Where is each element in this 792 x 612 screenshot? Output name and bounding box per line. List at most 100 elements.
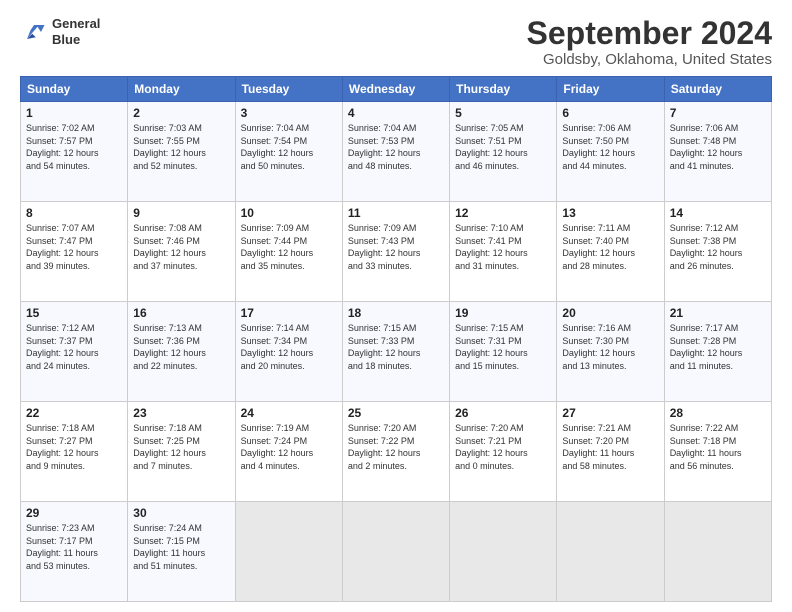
cell-text: Sunrise: 7:06 AMSunset: 7:48 PMDaylight:… — [670, 122, 766, 172]
cell-text: Sunrise: 7:04 AMSunset: 7:54 PMDaylight:… — [241, 122, 337, 172]
calendar-body: 1 Sunrise: 7:02 AMSunset: 7:57 PMDaylight… — [21, 102, 772, 602]
calendar-cell: 11Sunrise: 7:09 AMSunset: 7:43 PMDayligh… — [342, 202, 449, 302]
calendar-cell — [342, 502, 449, 602]
cell-text: Sunrise: 7:12 AMSunset: 7:38 PMDaylight:… — [670, 222, 766, 272]
subtitle: Goldsby, Oklahoma, United States — [527, 51, 772, 68]
calendar-cell: 9 Sunrise: 7:08 AMSunset: 7:46 PMDaylight… — [128, 202, 235, 302]
cell-text: Sunrise: 7:13 AMSunset: 7:36 PMDaylight:… — [133, 322, 229, 372]
col-header-saturday: Saturday — [664, 77, 771, 102]
calendar-cell: 29Sunrise: 7:23 AMSunset: 7:17 PMDayligh… — [21, 502, 128, 602]
day-number: 29 — [26, 506, 122, 520]
day-number: 5 — [455, 106, 551, 120]
logo-icon — [20, 18, 48, 46]
calendar-cell: 15 Sunrise: 7:12 AMSunset: 7:37 PMDayligh… — [21, 302, 128, 402]
col-header-friday: Friday — [557, 77, 664, 102]
cell-text: Sunrise: 7:06 AMSunset: 7:50 PMDaylight:… — [562, 122, 658, 172]
week-row-2: 8 Sunrise: 7:07 AMSunset: 7:47 PMDaylight… — [21, 202, 772, 302]
day-number: 3 — [241, 106, 337, 120]
calendar-cell: 22Sunrise: 7:18 AMSunset: 7:27 PMDayligh… — [21, 402, 128, 502]
day-number: 10 — [241, 206, 337, 220]
cell-text: Sunrise: 7:15 AMSunset: 7:33 PMDaylight:… — [348, 322, 444, 372]
cell-text: Sunrise: 7:12 AMSunset: 7:37 PMDaylight:… — [26, 322, 122, 372]
day-number: 9 — [133, 206, 229, 220]
cell-text: Sunrise: 7:07 AMSunset: 7:47 PMDaylight:… — [26, 222, 122, 272]
cell-text: Sunrise: 7:20 AMSunset: 7:21 PMDaylight:… — [455, 422, 551, 472]
calendar-cell: 6 Sunrise: 7:06 AMSunset: 7:50 PMDaylight… — [557, 102, 664, 202]
calendar-cell: 10Sunrise: 7:09 AMSunset: 7:44 PMDayligh… — [235, 202, 342, 302]
calendar-cell: 3 Sunrise: 7:04 AMSunset: 7:54 PMDaylight… — [235, 102, 342, 202]
calendar-cell: 27 Sunrise: 7:21 AMSunset: 7:20 PMDayligh… — [557, 402, 664, 502]
calendar-cell: 26 Sunrise: 7:20 AMSunset: 7:21 PMDayligh… — [450, 402, 557, 502]
day-number: 30 — [133, 506, 229, 520]
day-number: 26 — [455, 406, 551, 420]
cell-text: Sunrise: 7:22 AMSunset: 7:18 PMDaylight:… — [670, 422, 766, 472]
day-number: 28 — [670, 406, 766, 420]
logo: General Blue — [20, 16, 100, 47]
day-number: 27 — [562, 406, 658, 420]
day-number: 4 — [348, 106, 444, 120]
col-header-tuesday: Tuesday — [235, 77, 342, 102]
day-number: 18 — [348, 306, 444, 320]
day-number: 8 — [26, 206, 122, 220]
cell-text: Sunrise: 7:02 AMSunset: 7:57 PMDaylight:… — [26, 122, 122, 172]
calendar-cell: 4 Sunrise: 7:04 AMSunset: 7:53 PMDaylight… — [342, 102, 449, 202]
calendar-cell: 20Sunrise: 7:16 AMSunset: 7:30 PMDayligh… — [557, 302, 664, 402]
day-number: 6 — [562, 106, 658, 120]
calendar-cell: 28 Sunrise: 7:22 AMSunset: 7:18 PMDayligh… — [664, 402, 771, 502]
calendar-cell: 5Sunrise: 7:05 AMSunset: 7:51 PMDaylight… — [450, 102, 557, 202]
calendar-cell: 30 Sunrise: 7:24 AMSunset: 7:15 PMDayligh… — [128, 502, 235, 602]
day-number: 12 — [455, 206, 551, 220]
week-row-5: 29Sunrise: 7:23 AMSunset: 7:17 PMDayligh… — [21, 502, 772, 602]
day-number: 22 — [26, 406, 122, 420]
day-number: 16 — [133, 306, 229, 320]
calendar-cell: 16 Sunrise: 7:13 AMSunset: 7:36 PMDayligh… — [128, 302, 235, 402]
header: General Blue September 2024 Goldsby, Okl… — [20, 16, 772, 68]
calendar-cell: 8 Sunrise: 7:07 AMSunset: 7:47 PMDaylight… — [21, 202, 128, 302]
cell-text: Sunrise: 7:10 AMSunset: 7:41 PMDaylight:… — [455, 222, 551, 272]
day-number: 1 — [26, 106, 122, 120]
col-header-wednesday: Wednesday — [342, 77, 449, 102]
cell-text: Sunrise: 7:08 AMSunset: 7:46 PMDaylight:… — [133, 222, 229, 272]
cell-text: Sunrise: 7:03 AMSunset: 7:55 PMDaylight:… — [133, 122, 229, 172]
week-row-3: 15 Sunrise: 7:12 AMSunset: 7:37 PMDayligh… — [21, 302, 772, 402]
col-header-thursday: Thursday — [450, 77, 557, 102]
calendar-cell: 13 Sunrise: 7:11 AMSunset: 7:40 PMDayligh… — [557, 202, 664, 302]
cell-text: Sunrise: 7:15 AMSunset: 7:31 PMDaylight:… — [455, 322, 551, 372]
calendar-cell: 14Sunrise: 7:12 AMSunset: 7:38 PMDayligh… — [664, 202, 771, 302]
cell-text: Sunrise: 7:17 AMSunset: 7:28 PMDaylight:… — [670, 322, 766, 372]
calendar-cell: 12 Sunrise: 7:10 AMSunset: 7:41 PMDayligh… — [450, 202, 557, 302]
main-title: September 2024 — [527, 16, 772, 51]
logo-line1: General — [52, 16, 100, 32]
day-number: 25 — [348, 406, 444, 420]
calendar-cell — [664, 502, 771, 602]
calendar-cell: 17 Sunrise: 7:14 AMSunset: 7:34 PMDayligh… — [235, 302, 342, 402]
week-row-1: 1 Sunrise: 7:02 AMSunset: 7:57 PMDaylight… — [21, 102, 772, 202]
page: General Blue September 2024 Goldsby, Okl… — [0, 0, 792, 612]
cell-text: Sunrise: 7:18 AMSunset: 7:25 PMDaylight:… — [133, 422, 229, 472]
day-number: 17 — [241, 306, 337, 320]
cell-text: Sunrise: 7:24 AMSunset: 7:15 PMDaylight:… — [133, 522, 229, 572]
day-number: 24 — [241, 406, 337, 420]
col-header-monday: Monday — [128, 77, 235, 102]
calendar-cell: 18 Sunrise: 7:15 AMSunset: 7:33 PMDayligh… — [342, 302, 449, 402]
day-number: 19 — [455, 306, 551, 320]
day-number: 23 — [133, 406, 229, 420]
cell-text: Sunrise: 7:04 AMSunset: 7:53 PMDaylight:… — [348, 122, 444, 172]
cell-text: Sunrise: 7:11 AMSunset: 7:40 PMDaylight:… — [562, 222, 658, 272]
title-block: September 2024 Goldsby, Oklahoma, United… — [527, 16, 772, 68]
cell-text: Sunrise: 7:14 AMSunset: 7:34 PMDaylight:… — [241, 322, 337, 372]
calendar-table: SundayMondayTuesdayWednesdayThursdayFrid… — [20, 76, 772, 602]
calendar-cell: 2Sunrise: 7:03 AMSunset: 7:55 PMDaylight… — [128, 102, 235, 202]
calendar-cell — [235, 502, 342, 602]
day-number: 13 — [562, 206, 658, 220]
day-number: 15 — [26, 306, 122, 320]
week-row-4: 22Sunrise: 7:18 AMSunset: 7:27 PMDayligh… — [21, 402, 772, 502]
cell-text: Sunrise: 7:21 AMSunset: 7:20 PMDaylight:… — [562, 422, 658, 472]
calendar-cell: 23 Sunrise: 7:18 AMSunset: 7:25 PMDayligh… — [128, 402, 235, 502]
calendar-cell: 25 Sunrise: 7:20 AMSunset: 7:22 PMDayligh… — [342, 402, 449, 502]
calendar-cell: 19 Sunrise: 7:15 AMSunset: 7:31 PMDayligh… — [450, 302, 557, 402]
calendar-header: SundayMondayTuesdayWednesdayThursdayFrid… — [21, 77, 772, 102]
day-number: 7 — [670, 106, 766, 120]
logo-text: General Blue — [52, 16, 100, 47]
cell-text: Sunrise: 7:20 AMSunset: 7:22 PMDaylight:… — [348, 422, 444, 472]
